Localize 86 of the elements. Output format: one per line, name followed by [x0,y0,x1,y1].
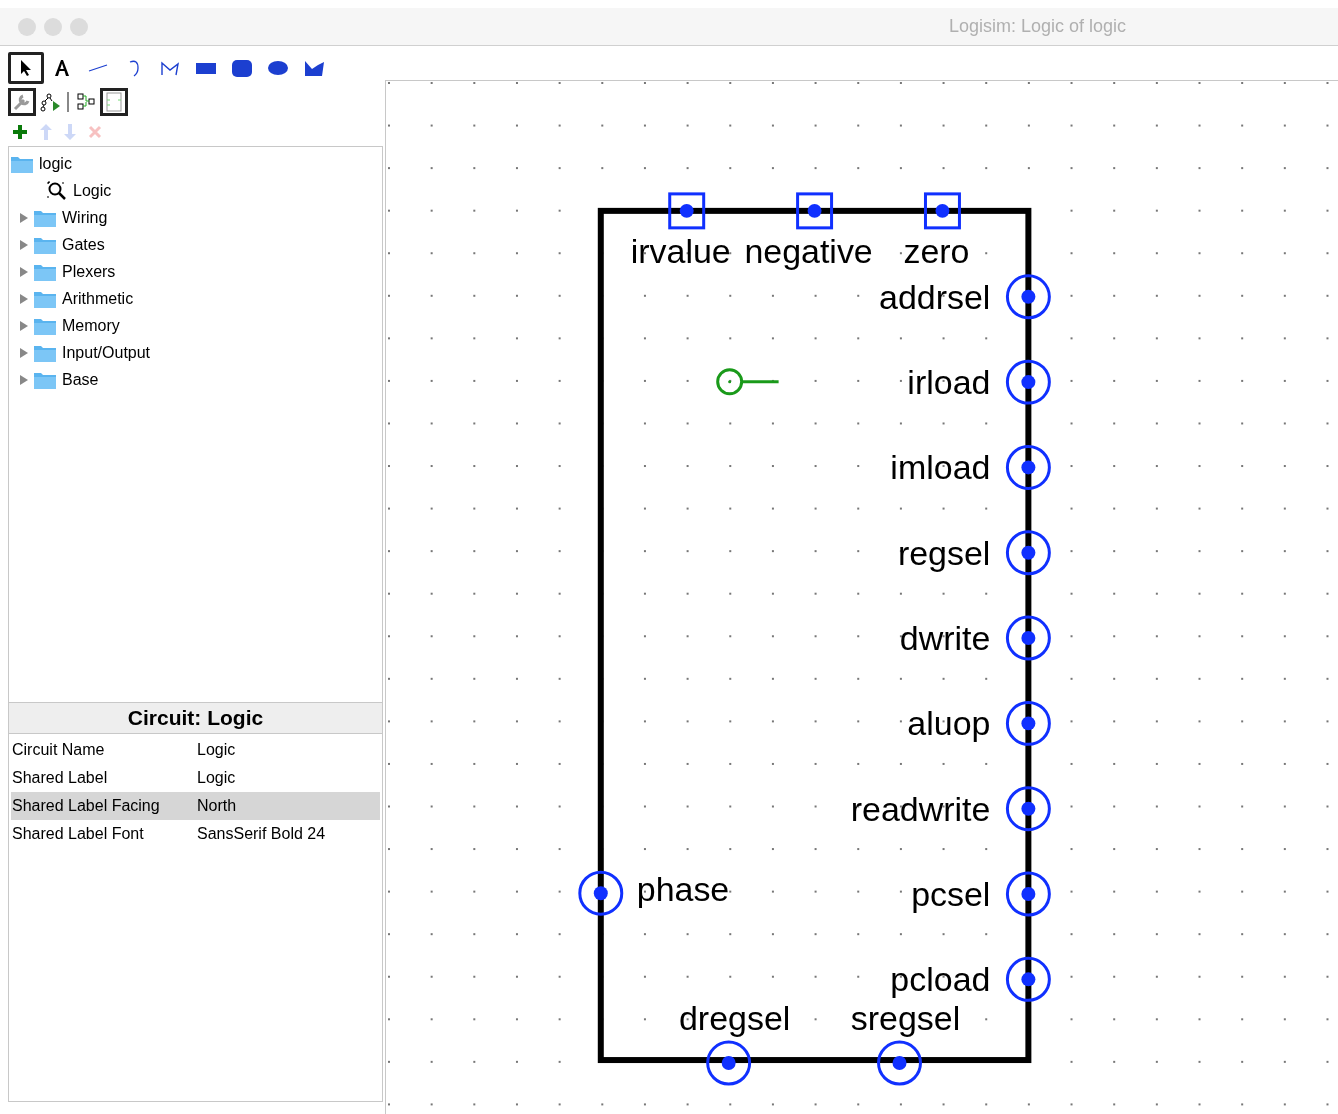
pin-label: dregsel [679,999,791,1038]
property-value: Logic [197,768,236,788]
output-pin[interactable] [1005,615,1051,661]
toolbar-button[interactable] [12,124,28,140]
probe-drawing[interactable] [716,368,779,396]
close-icon [88,125,102,139]
properties-title: Circuit: Logic [8,703,383,733]
output-pin[interactable] [877,1040,922,1086]
property-value: SansSerif Bold 24 [197,824,326,844]
folder-icon [34,235,56,254]
oval-tool-icon [268,61,288,75]
line-tool-icon [88,63,108,73]
property-name: Shared Label [11,768,109,788]
arrow-pointer-icon [19,59,33,77]
pin-label: dwrite [899,619,991,658]
output-pin[interactable] [578,870,624,916]
property-value: North [197,796,237,816]
tree-item[interactable]: Logic [11,177,382,204]
output-pin[interactable] [1005,700,1051,746]
folder-icon [34,370,56,389]
wrench-icon [12,92,32,112]
polyline-tool-icon [160,60,180,76]
property-name: Circuit Name [11,740,106,760]
property-row[interactable]: Shared Label Logic [11,764,380,792]
tree-item[interactable]: Base [11,366,382,393]
appearance-icon [105,92,123,112]
folder-icon [34,316,56,335]
tool-button[interactable] [100,88,128,116]
property-name: Shared Label Facing [11,796,161,816]
pin-label: sregsel [850,999,961,1038]
folder-icon [34,208,56,227]
curve-tool-icon [128,59,140,77]
output-pin[interactable] [1005,274,1051,320]
tree-item[interactable]: Wiring [11,204,382,231]
property-name: Shared Label Font [11,824,145,844]
pin-label: phase [636,870,730,909]
text-tool-icon [53,59,71,77]
pin-label: readwrite [850,789,991,828]
tree-item[interactable]: Arithmetic [11,285,382,312]
folder-icon [34,262,56,281]
output-pin[interactable] [1005,956,1051,1002]
tree-item[interactable]: Gates [11,231,382,258]
tree-item[interactable]: Plexers [11,258,382,285]
output-pin[interactable] [1005,444,1051,490]
folder-icon [11,154,33,173]
pin-label: regsel [897,533,991,572]
circuit-canvas[interactable]: irvalue negative zero addrsel irload imload regsel dwrite aluop readwrite pcsel pcload phase dregsel sregsel [386,81,1338,1114]
tool-button[interactable] [8,52,44,84]
output-pin[interactable] [1005,871,1051,917]
input-pin[interactable] [668,192,706,230]
property-row[interactable]: Circuit Name Logic [11,736,380,764]
magnifier-icon [47,180,67,201]
output-pin[interactable] [706,1040,752,1086]
property-row[interactable]: Shared Label Facing North [11,792,380,820]
pin-label: pcsel [911,875,991,913]
pin-label: pcload [890,960,991,999]
circuit-box[interactable] [597,207,1032,1064]
arrow-down-icon [64,124,76,140]
output-pin[interactable] [1005,530,1051,576]
pin-label: irvalue [630,231,731,270]
tree-play-icon [39,92,61,112]
output-pin[interactable] [1005,786,1051,832]
folder-icon [34,289,56,308]
circuit-layout-icon [76,92,96,112]
tree-item[interactable]: Input/Output [11,339,382,366]
window-title: Logisim: Logic of logic [948,15,1126,38]
pin-label: negative [744,231,873,270]
pin-label: aluop [907,704,991,743]
pin-label: irload [907,363,991,402]
input-pin[interactable] [796,192,834,230]
property-value: Logic [197,740,236,760]
rounded-rectangle-tool-icon [232,59,252,77]
input-pin[interactable] [924,192,961,230]
pin-label: zero [903,231,970,270]
plus-icon [12,124,28,140]
polygon-tool-icon [304,60,324,76]
tool-button[interactable] [8,88,36,116]
output-pin[interactable] [1005,359,1051,405]
pin-label: addrsel [879,277,991,316]
tree-item[interactable]: Memory [11,312,382,339]
tree-item[interactable]: logic [11,150,382,177]
property-row[interactable]: Shared Label Font SansSerif Bold 24 [11,820,380,848]
rectangle-tool-icon [196,62,216,74]
pin-label: imload [890,448,991,487]
arrow-up-icon [40,124,52,140]
folder-icon [34,343,56,362]
